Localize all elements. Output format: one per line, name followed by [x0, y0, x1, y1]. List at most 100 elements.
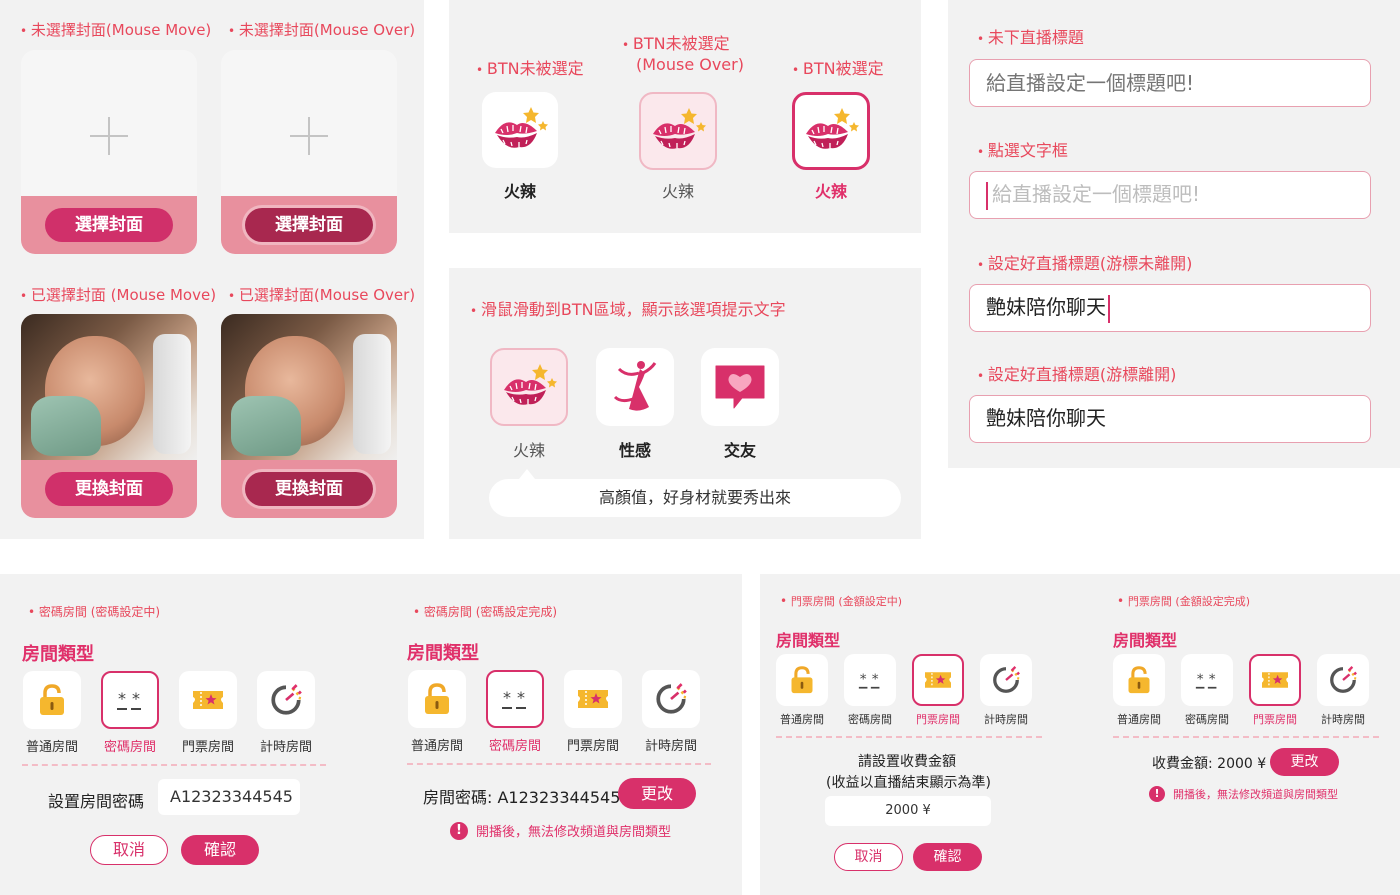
room-type-ticket[interactable] [912, 654, 964, 706]
room-type-timed[interactable] [642, 670, 700, 728]
divider [22, 764, 326, 766]
option-tooltip: 高顏值，好身材就要秀出來 [489, 469, 901, 517]
unlock-icon [789, 666, 815, 694]
timer-icon [271, 683, 303, 715]
kiss-icon [503, 364, 558, 406]
cover-card-empty-move[interactable]: 選擇封面 [21, 50, 197, 254]
room-caption-ticket: 門票房間 [181, 740, 234, 755]
cover-card-photo-over[interactable]: 更換封面 [221, 314, 397, 518]
divider [776, 736, 1042, 738]
room-type-password[interactable] [844, 654, 896, 706]
label-ticket-setting: 門票房間 (金額設定中) [780, 593, 902, 609]
room-type-normal[interactable] [23, 671, 81, 729]
choose-cover-button-hover[interactable]: 選擇封面 [245, 208, 373, 242]
password-input[interactable]: A12323344545 [158, 779, 300, 815]
unlock-icon [423, 683, 451, 715]
title-input-filled-focused[interactable]: 艶妹陪你聊天 [969, 284, 1371, 332]
friends-option[interactable] [701, 348, 779, 426]
room-type-title: 房間類型 [1113, 631, 1178, 650]
option-caption-friends: 交友 [723, 441, 756, 460]
room-type-normal[interactable] [776, 654, 828, 706]
password-icon [858, 671, 880, 689]
room-type-timed[interactable] [1317, 654, 1369, 706]
spicy-button-hover[interactable] [639, 92, 717, 170]
label-unselected-move: 未選擇封面(Mouse Move) [20, 19, 211, 40]
cancel-button[interactable]: 取消 [834, 843, 903, 871]
amount-input[interactable]: 2000 ¥ [825, 796, 991, 826]
room-caption-timed: 計時房間 [1321, 713, 1365, 726]
room-type-timed[interactable] [980, 654, 1032, 706]
room-type-ticket[interactable] [564, 670, 622, 728]
change-button[interactable]: 更改 [618, 778, 696, 809]
spicy-button-default[interactable] [482, 92, 558, 168]
cover-photo [21, 314, 197, 462]
spicy-button-selected[interactable] [792, 92, 870, 170]
option-caption-sexy: 性感 [618, 441, 651, 460]
password-icon [502, 688, 526, 709]
password-value-text: 房間密碼: A12323344545 [423, 788, 621, 807]
room-type-timed[interactable] [257, 671, 315, 729]
spicy-caption-selected: 火辣 [814, 182, 847, 201]
amount-value-text: 收費金額: 2000 ¥ [1152, 756, 1267, 772]
label-pw-setting: 密碼房間 (密碼設定中) [28, 603, 160, 620]
warning-message: ! 開播後，無法修改頻道與房間類型 [1149, 786, 1338, 802]
option-caption-spicy: 火辣 [512, 441, 545, 460]
text-caret [986, 181, 988, 210]
choose-cover-button[interactable]: 選擇封面 [45, 208, 173, 242]
password-field-label: 設置房間密碼 [48, 792, 145, 811]
plus-icon [290, 117, 328, 155]
label-title-focus: 點選文字框 [977, 137, 1068, 161]
dancer-icon [613, 361, 657, 411]
room-caption-normal: 普通房間 [25, 740, 78, 755]
change-cover-button[interactable]: 更換封面 [45, 472, 173, 506]
room-type-ticket[interactable] [179, 671, 237, 729]
label-title-set-focus: 設定好直播標題(游標未離開) [977, 250, 1193, 274]
room-caption-ticket: 門票房間 [566, 739, 619, 754]
room-caption-timed: 計時房間 [259, 740, 312, 755]
spicy-caption-hover: 火辣 [661, 182, 694, 201]
kiss-icon [805, 108, 860, 150]
cover-card-empty-over[interactable]: 選擇封面 [221, 50, 397, 254]
title-input-filled[interactable]: 艶妹陪你聊天 [969, 395, 1371, 443]
room-caption-normal: 普通房間 [1117, 713, 1161, 726]
warning-message: ! 開播後，無法修改頻道與房間類型 [450, 821, 671, 840]
alert-icon: ! [1149, 786, 1165, 802]
title-input-empty[interactable] [969, 59, 1371, 107]
password-icon [117, 689, 141, 710]
room-type-password[interactable] [486, 670, 544, 728]
room-type-title: 房間類型 [22, 644, 94, 665]
confirm-button[interactable]: 確認 [181, 835, 259, 865]
room-type-ticket[interactable] [1249, 654, 1301, 706]
cover-photo [221, 314, 397, 462]
room-caption-ticket: 門票房間 [1253, 713, 1297, 726]
room-type-password[interactable] [101, 671, 159, 729]
timer-icon [1330, 665, 1358, 693]
label-tooltip-demo: 滑鼠滑動到BTN區域，顯示該選項提示文字 [470, 296, 786, 320]
unlock-icon [38, 684, 66, 716]
ticket-icon [1261, 671, 1289, 689]
label-title-set-blur: 設定好直播標題(游標離開) [977, 361, 1177, 385]
room-type-title: 房間類型 [407, 643, 479, 664]
sexy-option[interactable] [596, 348, 674, 426]
spicy-option-hover[interactable] [490, 348, 568, 426]
change-cover-button-hover[interactable]: 更換封面 [245, 472, 373, 506]
room-caption-password: 密碼房間 [1185, 713, 1229, 726]
text-caret [1108, 294, 1110, 323]
room-caption-normal: 普通房間 [780, 713, 824, 726]
title-input-focused[interactable]: 給直播設定一個標題吧! [969, 171, 1371, 219]
label-unselected-over: 未選擇封面(Mouse Over) [228, 19, 415, 40]
label-btn-hover-sub: (Mouse Over) [636, 55, 744, 74]
room-caption-ticket: 門票房間 [916, 713, 960, 726]
cancel-button[interactable]: 取消 [90, 835, 168, 865]
room-type-password[interactable] [1181, 654, 1233, 706]
timer-icon [993, 665, 1021, 693]
room-caption-password: 密碼房間 [488, 739, 541, 754]
room-type-normal[interactable] [1113, 654, 1165, 706]
cover-card-photo-move[interactable]: 更換封面 [21, 314, 197, 518]
confirm-button[interactable]: 確認 [913, 843, 982, 871]
kiss-icon [652, 108, 707, 150]
room-caption-timed: 計時房間 [644, 739, 697, 754]
room-type-normal[interactable] [408, 670, 466, 728]
change-button[interactable]: 更改 [1270, 748, 1339, 776]
label-ticket-done: 門票房間 (金額設定完成) [1117, 593, 1250, 609]
